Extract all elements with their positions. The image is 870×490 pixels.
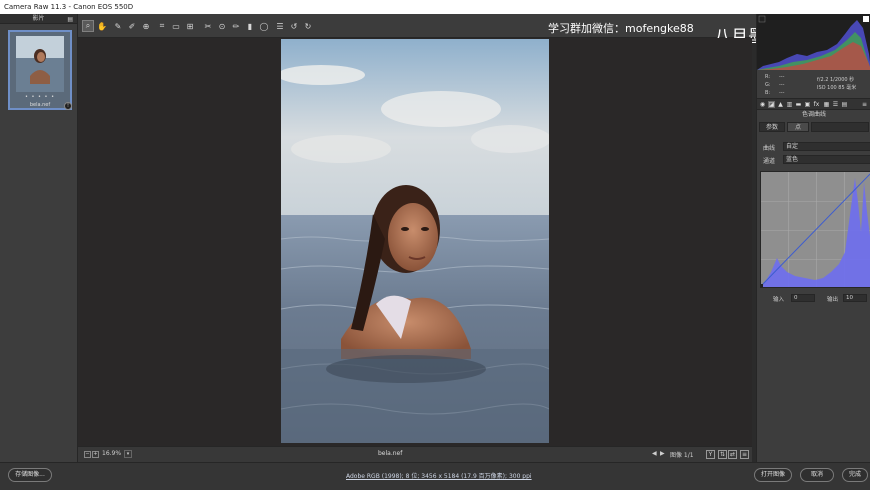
target-adjust-icon[interactable]: ⊕ [140, 20, 152, 32]
preferences-icon[interactable]: ☰ [274, 20, 286, 32]
lens-panel-icon[interactable]: ▣ [804, 101, 811, 108]
watermark-text: 学习群加微信：mofengke88 [548, 22, 694, 35]
tab-parametric[interactable]: 参数 [759, 122, 785, 132]
image-counter: 图像 1/1 [670, 452, 694, 459]
thumbnail-badge-icon: ! [64, 102, 72, 110]
red-eye-icon[interactable]: ⊙ [216, 20, 228, 32]
hand-icon[interactable]: ✋ [96, 20, 108, 32]
b-value: --- [779, 90, 785, 96]
histogram [757, 14, 870, 70]
filmstrip-thumbnail[interactable]: • • • • • bela.nef ! [8, 30, 72, 110]
tone-curve-editor[interactable] [760, 171, 870, 288]
filmstrip-header: 影片 ▤ [0, 14, 77, 24]
preview-photo[interactable] [281, 39, 549, 443]
workflow-options-link[interactable]: Adobe RGB (1998); 8 位; 3456 x 5184 (17.9… [346, 471, 532, 480]
presets-panel-icon[interactable]: ☰ [832, 101, 839, 108]
straighten-icon[interactable]: ▭ [170, 20, 182, 32]
cancel-button[interactable]: 取消 [800, 468, 834, 482]
basic-panel-icon[interactable]: ◉ [759, 101, 766, 108]
split-toning-panel-icon[interactable]: ▬ [795, 101, 802, 108]
iso-info: ISO 100 85 毫米 [817, 85, 857, 91]
white-balance-icon[interactable]: ✎ [112, 20, 124, 32]
curve-row: 曲线 自定 [757, 142, 870, 152]
snapshots-panel-icon[interactable]: ▤ [841, 101, 848, 108]
input-label: 输入 [773, 297, 785, 303]
graduated-filter-icon[interactable]: ▮ [244, 20, 256, 32]
thumbnail-rating[interactable]: • • • • • [10, 94, 70, 100]
r-value: --- [779, 74, 785, 80]
channel-label: 通道 [763, 158, 776, 165]
rgb-readout: R: --- G: --- B: --- f/2.2 1/2000 秒 ISO … [757, 72, 870, 98]
b-label: B: [765, 90, 771, 96]
zoom-icon[interactable]: ⌕ [82, 20, 94, 32]
filmstrip: 影片 ▤ • • • • • bela.nef ! [0, 14, 78, 462]
toggle-view-icon[interactable]: ≡ [740, 450, 749, 459]
color-sampler-icon[interactable]: ✐ [126, 20, 138, 32]
detail-panel-icon[interactable]: ▲ [777, 101, 784, 108]
zoom-level[interactable]: 16.9% [102, 450, 121, 457]
copy-settings-icon[interactable]: ⇄ [728, 450, 737, 459]
next-image-icon[interactable]: ▶ [660, 450, 665, 457]
panel-tabs: ◉ ◪ ▲ ▥ ▬ ▣ fx ▦ ☰ ▤ ≡ [757, 98, 870, 110]
thumbnail-filename: bela.nef [29, 102, 51, 108]
open-image-button[interactable]: 打开图像 [754, 468, 792, 482]
zoom-in-button[interactable]: + [92, 451, 99, 458]
preview-filename: bela.nef [378, 450, 403, 457]
g-label: G: [765, 82, 771, 88]
view-bar: − + 16.9% ▾ bela.nef ◀ ▶ 图像 1/1 Y ⇅ ⇄ ≡ [78, 446, 752, 462]
calibration-panel-icon[interactable]: ▦ [823, 101, 830, 108]
tab-point[interactable]: 点 [787, 122, 809, 132]
panel-menu-icon[interactable]: ≡ [861, 101, 868, 108]
output-label: 输出 [827, 297, 839, 303]
input-field[interactable]: 0 [791, 294, 815, 302]
status-bar: 存储图像... Adobe RGB (1998); 8 位; 3456 x 51… [0, 462, 870, 490]
curve-subtabs: 参数 点 [757, 121, 870, 133]
curve-label: 曲线 [763, 145, 776, 152]
done-button[interactable]: 完成 [842, 468, 868, 482]
panel-title: 色调曲线 [801, 111, 826, 118]
crop-icon[interactable]: ⌗ [156, 20, 168, 32]
rotate-left-icon[interactable]: ↺ [288, 20, 300, 32]
rotate-right-icon[interactable]: ↻ [302, 20, 314, 32]
hsl-panel-icon[interactable]: ▥ [786, 101, 793, 108]
g-value: --- [779, 82, 785, 88]
window-title: Camera Raw 11.3 - Canon EOS 550D [0, 0, 870, 14]
adjustment-panel: R: --- G: --- B: --- f/2.2 1/2000 秒 ISO … [756, 14, 870, 462]
zoom-dropdown-icon[interactable]: ▾ [124, 450, 132, 458]
curve-select[interactable]: 自定 [783, 142, 870, 151]
channel-row: 通道 蓝色 [757, 155, 870, 165]
save-image-button[interactable]: 存储图像... [8, 468, 52, 482]
thumbnail-image [16, 36, 64, 92]
r-label: R: [765, 74, 771, 80]
filmstrip-title: 影片 [32, 15, 45, 22]
adjustment-brush-icon[interactable]: ✏ [230, 20, 242, 32]
curve-io-row: 输入 0 输出 10 [757, 294, 870, 304]
prev-image-icon[interactable]: ◀ [652, 450, 657, 457]
swap-settings-icon[interactable]: ⇅ [718, 450, 727, 459]
zoom-out-button[interactable]: − [84, 451, 91, 458]
output-field[interactable]: 10 [843, 294, 867, 302]
transform-icon[interactable]: ⊞ [184, 20, 196, 32]
before-after-y-icon[interactable]: Y [706, 450, 715, 459]
tone-curve-panel-icon[interactable]: ◪ [768, 101, 775, 108]
spot-removal-icon[interactable]: ✂ [202, 20, 214, 32]
filmstrip-collapse-icon[interactable]: ▤ [67, 15, 73, 25]
tab-blank [811, 122, 869, 132]
exposure-info: f/2.2 1/2000 秒 [817, 77, 855, 83]
effects-panel-icon[interactable]: fx [813, 101, 820, 108]
channel-select[interactable]: 蓝色 [783, 155, 870, 164]
radial-filter-icon[interactable]: ◯ [258, 20, 270, 32]
